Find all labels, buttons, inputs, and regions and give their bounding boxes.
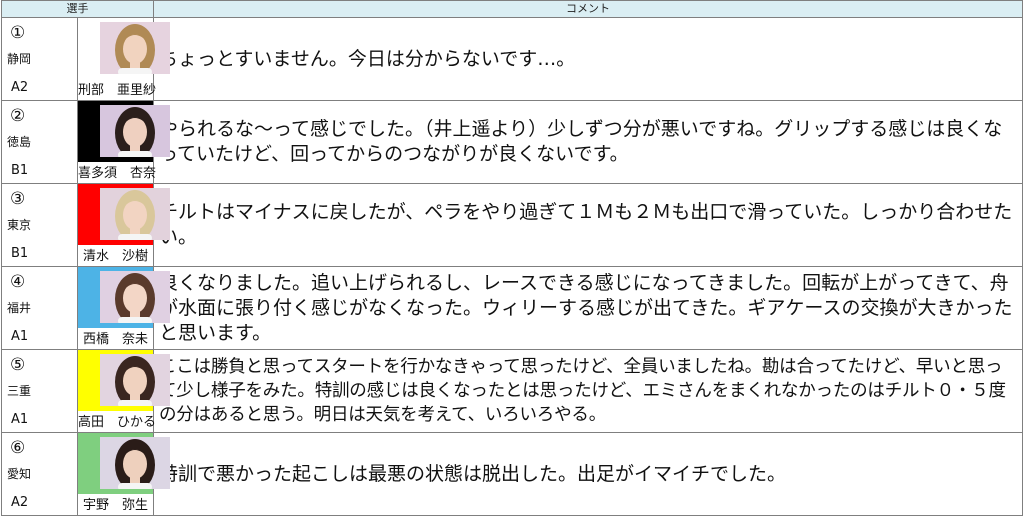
racer-class: A2 [11, 495, 29, 510]
table-row: ④ 福井 A1 西橋 奈未 良くなりました。追い上げられるし、レースできる感じに… [1, 266, 1023, 350]
racer-name: 刑部 亜里紗 [78, 83, 157, 98]
boat-number: ① [10, 23, 26, 43]
racer-comment: ここは勝負と思ってスタートを行かなきゃって思ったけど、全員いましたね。勘は合って… [153, 349, 1023, 433]
racer-photo-cell: 西橋 奈未 [77, 266, 170, 350]
racer-name: 清水 沙樹 [82, 249, 148, 264]
racer-class: B1 [11, 163, 29, 178]
racer-meta: ⑤ 三重 A1 [1, 349, 78, 433]
racer-photo [100, 437, 170, 489]
racer-name: 西橋 奈未 [82, 332, 148, 347]
racer-name: 高田 ひかる [78, 415, 157, 430]
boat-number: ⑤ [10, 355, 26, 375]
racer-comment: 特訓で悪かった起こしは最悪の状態は脱出した。出足がイマイチでした。 [153, 432, 1023, 516]
racer-photo [100, 188, 170, 240]
racer-class: A1 [11, 412, 29, 427]
prefecture: 東京 [7, 218, 32, 232]
racer-class: A2 [11, 80, 29, 95]
racer-photo-cell: 宇野 弥生 [77, 432, 170, 516]
table-row: ③ 東京 B1 清水 沙樹 チルトはマイナスに戻したが、ペラをやり過ぎて１Ｍも２… [1, 183, 1023, 267]
table-row: ⑥ 愛知 A2 宇野 弥生 特訓で悪かった起こしは最悪の状態は脱出した。出足がイ… [1, 432, 1023, 516]
racer-photo [100, 271, 170, 323]
boat-number: ⑥ [10, 438, 26, 458]
racer-meta: ④ 福井 A1 [1, 266, 78, 350]
header-player: 選手 [1, 0, 154, 18]
racer-comment: 良くなりました。追い上げられるし、レースできる感じになってきました。回転が上がっ… [153, 266, 1023, 350]
table-row: ⑤ 三重 A1 高田 ひかる ここは勝負と思ってスタートを行かなきゃって思ったけ… [1, 349, 1023, 433]
racer-photo [100, 22, 170, 74]
racer-photo [100, 105, 170, 157]
header-comment: コメント [153, 0, 1023, 18]
prefecture: 愛知 [7, 467, 32, 481]
racer-comment: ちょっとすいません。今日は分からないです…。 [153, 17, 1023, 101]
boat-number: ③ [10, 189, 26, 209]
racer-comment: やられるな～って感じでした。（井上遥より）少しずつ分が悪いですね。グリップする感… [153, 100, 1023, 184]
racer-photo [100, 354, 170, 406]
table-header: 選手 コメント [1, 0, 1023, 18]
racer-meta: ⑥ 愛知 A2 [1, 432, 78, 516]
racer-meta: ③ 東京 B1 [1, 183, 78, 267]
racer-name: 喜多須 杏奈 [78, 166, 157, 181]
racer-class: B1 [11, 246, 29, 261]
prefecture: 徳島 [7, 135, 32, 149]
prefecture: 静岡 [7, 52, 32, 66]
racer-class: A1 [11, 329, 29, 344]
racer-photo-cell: 喜多須 杏奈 [77, 100, 170, 184]
racer-photo-cell: 高田 ひかる [77, 349, 170, 433]
racer-meta: ② 徳島 B1 [1, 100, 78, 184]
racer-meta: ① 静岡 A2 [1, 17, 78, 101]
boat-number: ④ [10, 272, 26, 292]
table-row: ① 静岡 A2 刑部 亜里紗 ちょっとすいません。今日は分からないです…。 [1, 17, 1023, 101]
table-row: ② 徳島 B1 喜多須 杏奈 やられるな～って感じでした。（井上遥より）少しずつ… [1, 100, 1023, 184]
racer-photo-cell: 刑部 亜里紗 [77, 17, 170, 101]
boat-number: ② [10, 106, 26, 126]
racer-name: 宇野 弥生 [82, 498, 148, 513]
racer-comment: チルトはマイナスに戻したが、ペラをやり過ぎて１Ｍも２Ｍも出口で滑っていた。しっか… [153, 183, 1023, 267]
racer-photo-cell: 清水 沙樹 [77, 183, 170, 267]
comment-table: 選手 コメント ① 静岡 A2 刑部 亜里紗 ちょっとすいません。今日は分からな… [1, 0, 1023, 516]
prefecture: 福井 [7, 301, 32, 315]
prefecture: 三重 [7, 384, 32, 398]
